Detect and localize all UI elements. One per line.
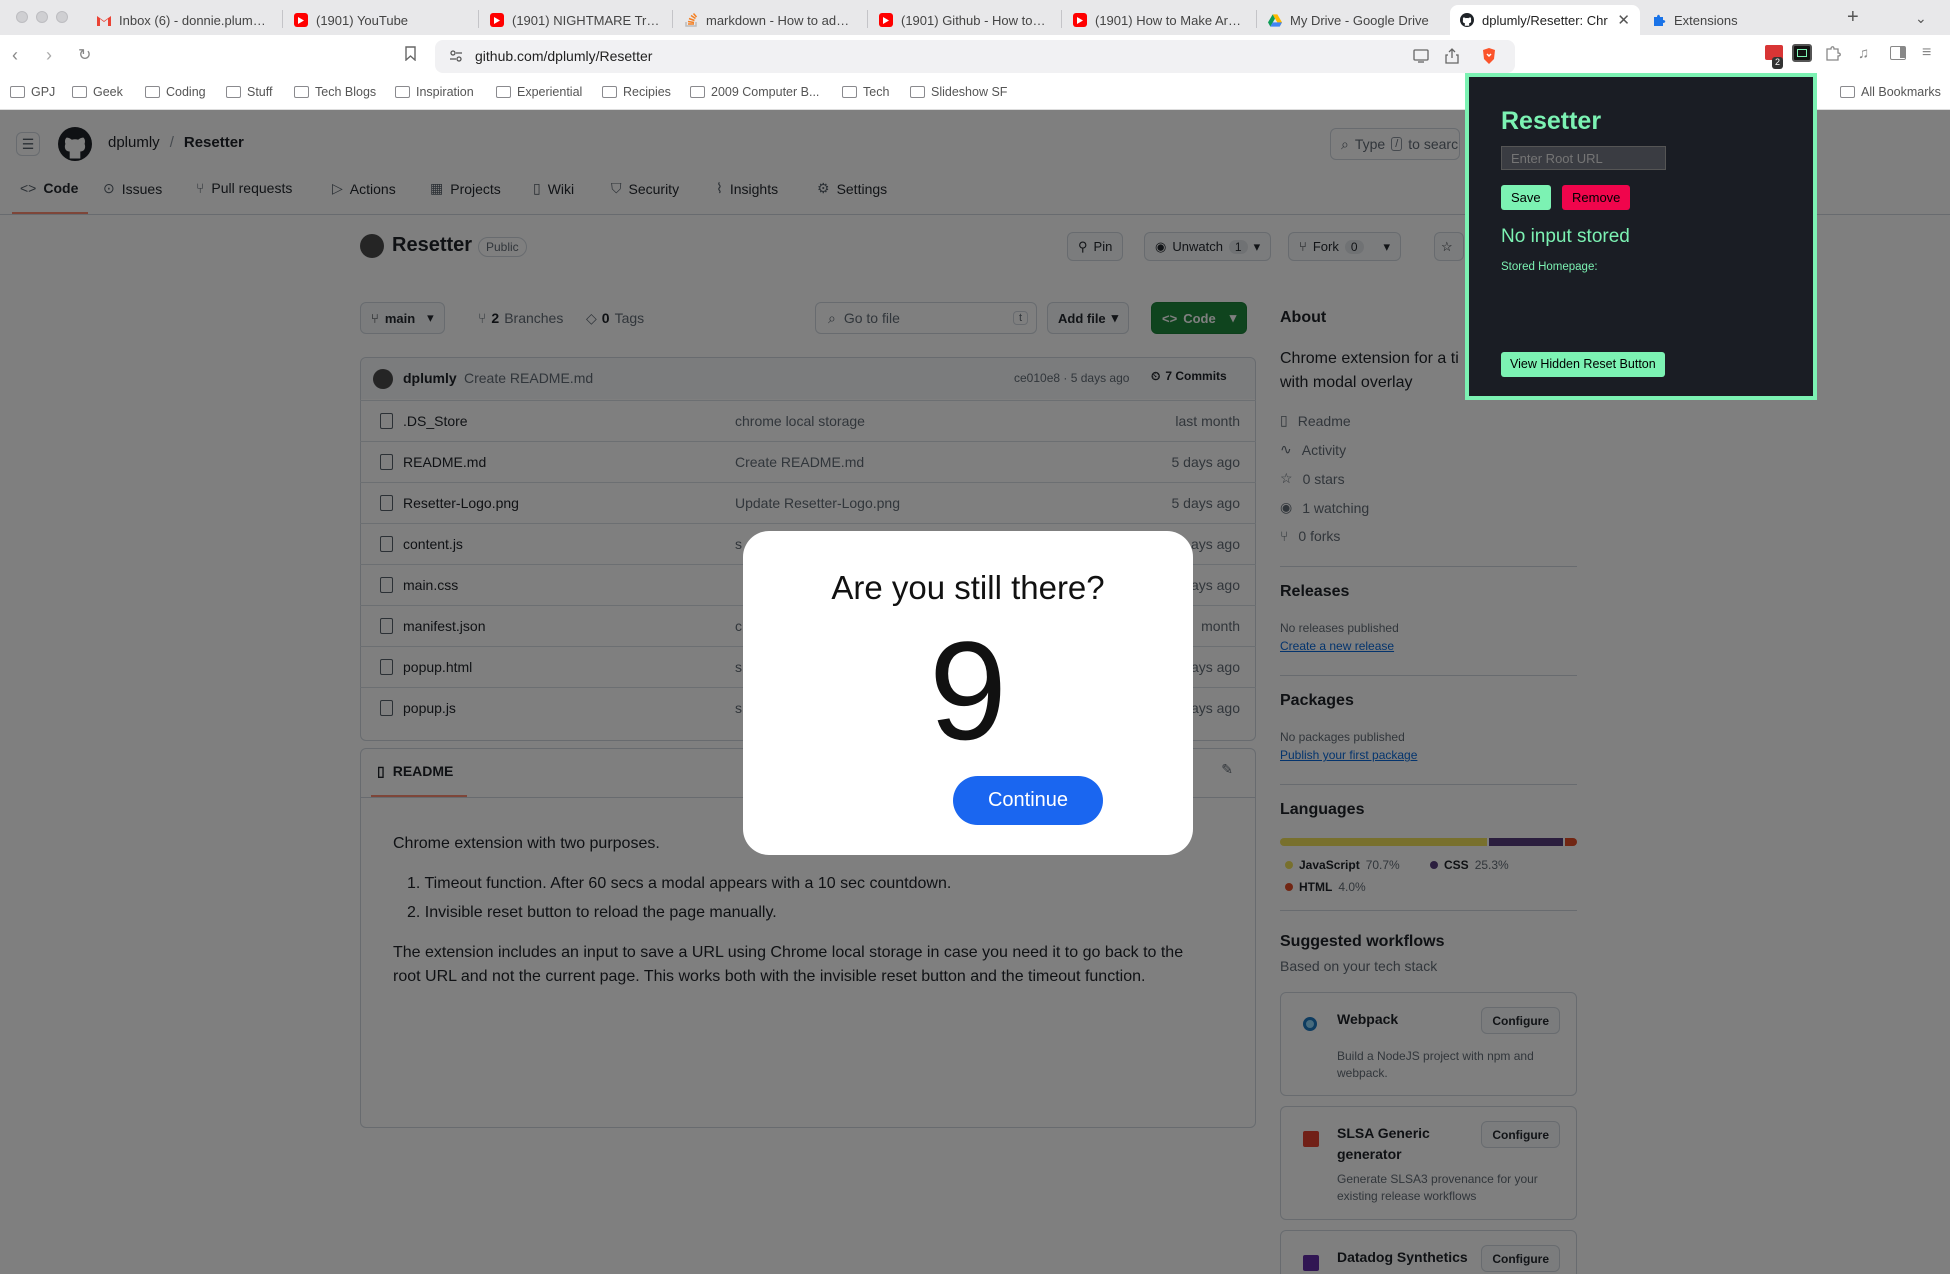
folder-icon bbox=[72, 86, 87, 98]
youtube-icon bbox=[294, 13, 308, 27]
cast-icon[interactable] bbox=[1413, 49, 1429, 63]
url-text: github.com/dplumly/Resetter bbox=[475, 48, 653, 64]
sidebar-toggle-icon[interactable] bbox=[1890, 46, 1906, 60]
browser-tab[interactable]: (1901) NIGHTMARE Trump bbox=[480, 5, 670, 35]
browser-tab[interactable]: My Drive - Google Drive bbox=[1258, 5, 1448, 35]
stored-homepage-label: Stored Homepage: bbox=[1501, 261, 1598, 273]
folder-icon bbox=[294, 86, 309, 98]
folder-icon bbox=[690, 86, 705, 98]
extensions-puzzle-icon[interactable] bbox=[1825, 45, 1841, 61]
stackoverflow-icon bbox=[684, 13, 698, 27]
bookmark-folder[interactable]: Geek bbox=[72, 85, 123, 99]
browser-tab[interactable]: markdown - How to add im bbox=[674, 5, 864, 35]
bookmark-folder[interactable]: Slideshow SF bbox=[910, 85, 1007, 99]
share-icon[interactable] bbox=[1445, 48, 1459, 64]
new-tab-button[interactable]: + bbox=[1847, 6, 1859, 29]
bookmark-folder[interactable]: 2009 Computer B... bbox=[690, 85, 819, 99]
folder-icon bbox=[910, 86, 925, 98]
bookmark-folder[interactable]: Experiential bbox=[496, 85, 582, 99]
modal-title: Are you still there? bbox=[831, 569, 1105, 606]
media-icon[interactable]: ♫ bbox=[1858, 45, 1869, 62]
browser-tab[interactable]: Inbox (6) - donnie.plumly@ bbox=[87, 5, 277, 35]
bookmark-folder[interactable]: GPJ bbox=[10, 85, 55, 99]
status-text: No input stored bbox=[1501, 226, 1630, 247]
tab-strip: Inbox (6) - donnie.plumly@ (1901) YouTub… bbox=[0, 0, 1950, 35]
folder-icon bbox=[496, 86, 511, 98]
extension-badge: 2 bbox=[1772, 57, 1784, 69]
browser-tab[interactable]: (1901) YouTube bbox=[284, 5, 474, 35]
view-reset-button[interactable]: View Hidden Reset Button bbox=[1501, 352, 1665, 377]
tab-list-chevron-icon[interactable]: ⌄ bbox=[1915, 10, 1927, 27]
timeout-modal: Are you still there? 9 Continue bbox=[743, 531, 1193, 855]
site-settings-icon[interactable] bbox=[449, 49, 463, 63]
forward-arrow-icon[interactable]: › bbox=[46, 45, 52, 66]
back-arrow-icon[interactable]: ‹ bbox=[12, 45, 18, 66]
close-tab-icon[interactable]: ✕ bbox=[1617, 11, 1630, 29]
gmail-icon bbox=[97, 13, 111, 27]
folder-icon bbox=[842, 86, 857, 98]
brave-shield-icon[interactable] bbox=[1481, 47, 1497, 65]
browser-tab[interactable]: (1901) How to Make Ardui bbox=[1063, 5, 1253, 35]
puzzle-icon bbox=[1652, 13, 1666, 27]
minimize-window-button[interactable] bbox=[36, 11, 48, 23]
github-icon bbox=[1460, 13, 1474, 27]
folder-icon bbox=[1840, 86, 1855, 98]
resetter-extension-popup: Resetter Save Remove No input stored Sto… bbox=[1465, 73, 1817, 400]
resetter-extension-icon[interactable] bbox=[1792, 44, 1812, 62]
browser-tab-active[interactable]: dplumly/Resetter: Chr ✕ bbox=[1450, 5, 1640, 35]
youtube-icon bbox=[879, 13, 893, 27]
folder-icon bbox=[226, 86, 241, 98]
all-bookmarks[interactable]: All Bookmarks bbox=[1840, 85, 1941, 99]
folder-icon bbox=[145, 86, 160, 98]
continue-button[interactable]: Continue bbox=[953, 776, 1103, 825]
countdown-number: 9 bbox=[929, 612, 1007, 769]
google-drive-icon bbox=[1268, 13, 1282, 27]
bookmark-folder[interactable]: Stuff bbox=[226, 85, 272, 99]
bookmark-icon[interactable] bbox=[405, 46, 416, 61]
zoom-window-button[interactable] bbox=[56, 11, 68, 23]
save-button[interactable]: Save bbox=[1501, 185, 1551, 210]
root-url-input[interactable] bbox=[1501, 146, 1666, 170]
menu-icon[interactable]: ≡ bbox=[1922, 44, 1931, 62]
folder-icon bbox=[10, 86, 25, 98]
folder-icon bbox=[395, 86, 410, 98]
bookmark-folder[interactable]: Tech Blogs bbox=[294, 85, 376, 99]
reload-icon[interactable]: ↻ bbox=[78, 45, 91, 65]
address-bar[interactable]: github.com/dplumly/Resetter bbox=[435, 40, 1515, 73]
youtube-icon bbox=[1073, 13, 1087, 27]
youtube-icon bbox=[490, 13, 504, 27]
close-window-button[interactable] bbox=[16, 11, 28, 23]
bookmark-folder[interactable]: Inspiration bbox=[395, 85, 474, 99]
bookmark-folder[interactable]: Recipies bbox=[602, 85, 671, 99]
popup-title: Resetter bbox=[1501, 107, 1602, 135]
remove-button[interactable]: Remove bbox=[1562, 185, 1631, 210]
browser-tab[interactable]: Extensions bbox=[1642, 5, 1832, 35]
browser-tab[interactable]: (1901) Github - How to up bbox=[869, 5, 1059, 35]
bookmark-folder[interactable]: Tech bbox=[842, 85, 889, 99]
bookmark-folder[interactable]: Coding bbox=[145, 85, 206, 99]
folder-icon bbox=[602, 86, 617, 98]
